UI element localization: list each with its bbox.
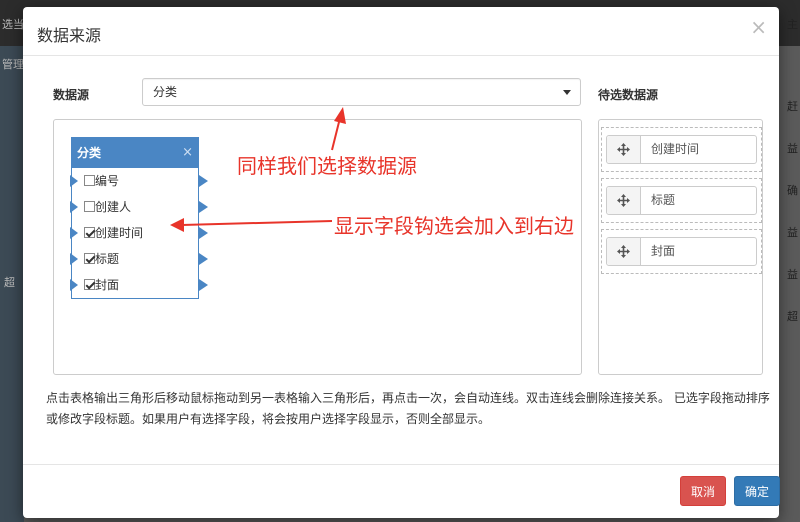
annotation-arrows [170,107,346,232]
arrow-up-icon [331,107,346,151]
arrow-left-icon [170,218,333,232]
annotation-text: 同样我们选择数据源 [237,154,417,178]
annotation-text: 显示字段钩选会加入到右边 [334,214,574,238]
